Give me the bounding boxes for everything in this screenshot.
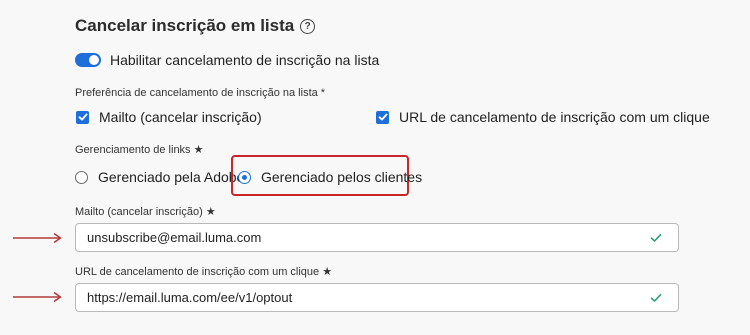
one-click-url-checkbox-row[interactable]: URL de cancelamento de inscrição com um … xyxy=(376,109,710,125)
preference-label: Preferência de cancelamento de inscrição… xyxy=(75,87,326,99)
enable-list-unsubscribe-toggle[interactable] xyxy=(75,53,101,67)
one-click-url-input-value: https://email.luma.com/ee/v1/optout xyxy=(87,290,293,305)
mailto-checkbox[interactable] xyxy=(76,110,89,124)
arrow-right-icon xyxy=(13,232,62,244)
one-click-url-field-label: URL de cancelamento de inscrição com um … xyxy=(75,266,333,278)
one-click-url-checkbox-label: URL de cancelamento de inscrição com um … xyxy=(399,109,710,125)
valid-check-icon xyxy=(650,293,662,303)
managed-by-customers-radio-row[interactable]: Gerenciado pelos clientes xyxy=(238,169,422,185)
section-title: Cancelar inscrição em lista ? xyxy=(75,16,316,36)
mailto-input[interactable]: unsubscribe@email.luma.com xyxy=(75,223,679,252)
arrow-right-icon xyxy=(13,291,62,303)
enable-list-unsubscribe-row[interactable]: Habilitar cancelamento de inscrição na l… xyxy=(75,52,379,68)
one-click-url-input[interactable]: https://email.luma.com/ee/v1/optout xyxy=(75,283,679,312)
link-management-label: Gerenciamento de links ★ xyxy=(75,144,204,156)
mailto-checkbox-row[interactable]: Mailto (cancelar inscrição) xyxy=(76,109,262,125)
help-icon[interactable]: ? xyxy=(300,18,316,34)
enable-list-unsubscribe-label: Habilitar cancelamento de inscrição na l… xyxy=(110,52,380,68)
mailto-field-label: Mailto (cancelar inscrição) ★ xyxy=(75,206,216,218)
managed-by-customers-label: Gerenciado pelos clientes xyxy=(261,169,423,185)
checkmark-icon xyxy=(78,113,87,121)
valid-check-icon xyxy=(650,233,662,243)
section-title-text: Cancelar inscrição em lista xyxy=(75,16,295,35)
managed-by-adobe-radio[interactable] xyxy=(75,170,88,184)
managed-by-adobe-label: Gerenciado pela Adobe xyxy=(98,169,245,185)
mailto-checkbox-label: Mailto (cancelar inscrição) xyxy=(99,109,262,125)
checkmark-icon xyxy=(378,113,387,121)
managed-by-customers-radio[interactable] xyxy=(238,170,251,184)
one-click-url-checkbox[interactable] xyxy=(376,110,389,124)
managed-by-adobe-radio-row[interactable]: Gerenciado pela Adobe xyxy=(75,169,244,185)
mailto-input-value: unsubscribe@email.luma.com xyxy=(87,230,262,245)
